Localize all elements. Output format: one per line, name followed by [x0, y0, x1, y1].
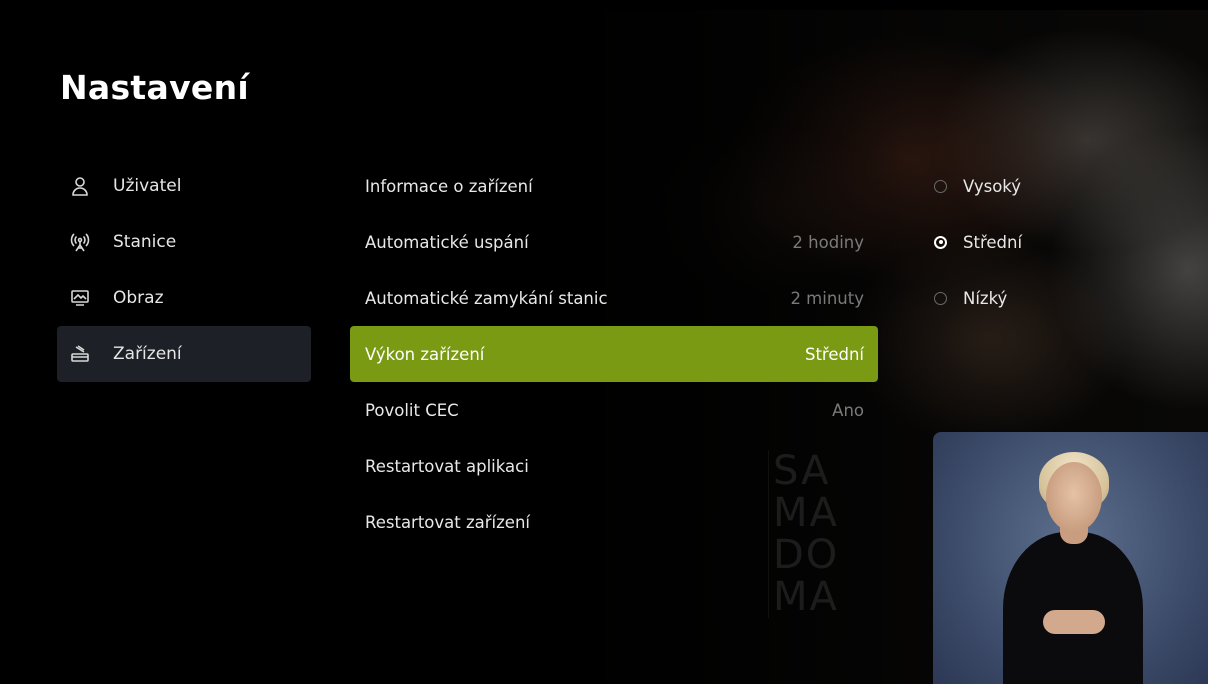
screen-icon [69, 287, 91, 309]
interpreter-hands [1043, 610, 1105, 634]
setting-value: 2 minuty [790, 288, 864, 308]
sidebar-item-device[interactable]: Zařízení [57, 326, 311, 382]
radio-icon [934, 291, 947, 305]
settings-list: Informace o zařízení Automatické uspání … [350, 158, 878, 550]
user-icon [69, 175, 91, 197]
watermark-line: MA [768, 576, 858, 618]
sidebar-item-label: Stanice [113, 232, 177, 252]
option-low[interactable]: Nízký [934, 270, 1114, 326]
antenna-icon [69, 231, 91, 253]
setting-label: Informace o zařízení [365, 176, 533, 196]
setting-restart-device[interactable]: Restartovat zařízení [350, 494, 878, 550]
setting-auto-sleep[interactable]: Automatické uspání 2 hodiny [350, 214, 878, 270]
sidebar-item-stations[interactable]: Stanice [57, 214, 311, 270]
device-icon [69, 343, 91, 365]
setting-value: 2 hodiny [792, 232, 864, 252]
option-high[interactable]: Vysoký [934, 158, 1114, 214]
setting-auto-lock-stations[interactable]: Automatické zamykání stanic 2 minuty [350, 270, 878, 326]
setting-label: Povolit CEC [365, 400, 459, 420]
sign-language-pip [933, 432, 1208, 684]
sidebar-item-user[interactable]: Uživatel [57, 158, 311, 214]
option-label: Vysoký [963, 176, 1022, 196]
radio-icon [934, 179, 947, 193]
setting-value: Ano [832, 400, 864, 420]
settings-screen: SA MA DO MA Nastavení Uživatel Stanice O… [8, 10, 1208, 684]
setting-label: Výkon zařízení [365, 344, 485, 364]
sidebar-item-picture[interactable]: Obraz [57, 270, 311, 326]
setting-label: Restartovat aplikaci [365, 456, 529, 476]
page-title: Nastavení [60, 68, 249, 107]
setting-device-performance[interactable]: Výkon zařízení Střední [350, 326, 878, 382]
performance-options: Vysoký Střední Nízký [934, 158, 1114, 326]
sidebar: Uživatel Stanice Obraz Zařízení [57, 158, 311, 382]
setting-value: Střední [804, 344, 864, 364]
radio-checked-icon [934, 235, 947, 249]
setting-label: Automatické uspání [365, 232, 529, 252]
option-label: Nízký [963, 288, 1008, 308]
setting-label: Automatické zamykání stanic [365, 288, 608, 308]
setting-device-info[interactable]: Informace o zařízení [350, 158, 878, 214]
sidebar-item-label: Obraz [113, 288, 164, 308]
setting-restart-app[interactable]: Restartovat aplikaci [350, 438, 878, 494]
setting-label: Restartovat zařízení [365, 512, 530, 532]
interpreter-body [1003, 532, 1143, 684]
sidebar-item-label: Uživatel [113, 176, 182, 196]
sidebar-item-label: Zařízení [113, 344, 182, 364]
setting-enable-cec[interactable]: Povolit CEC Ano [350, 382, 878, 438]
option-label: Střední [963, 232, 1023, 252]
option-medium[interactable]: Střední [934, 214, 1114, 270]
interpreter-face [1046, 462, 1102, 532]
